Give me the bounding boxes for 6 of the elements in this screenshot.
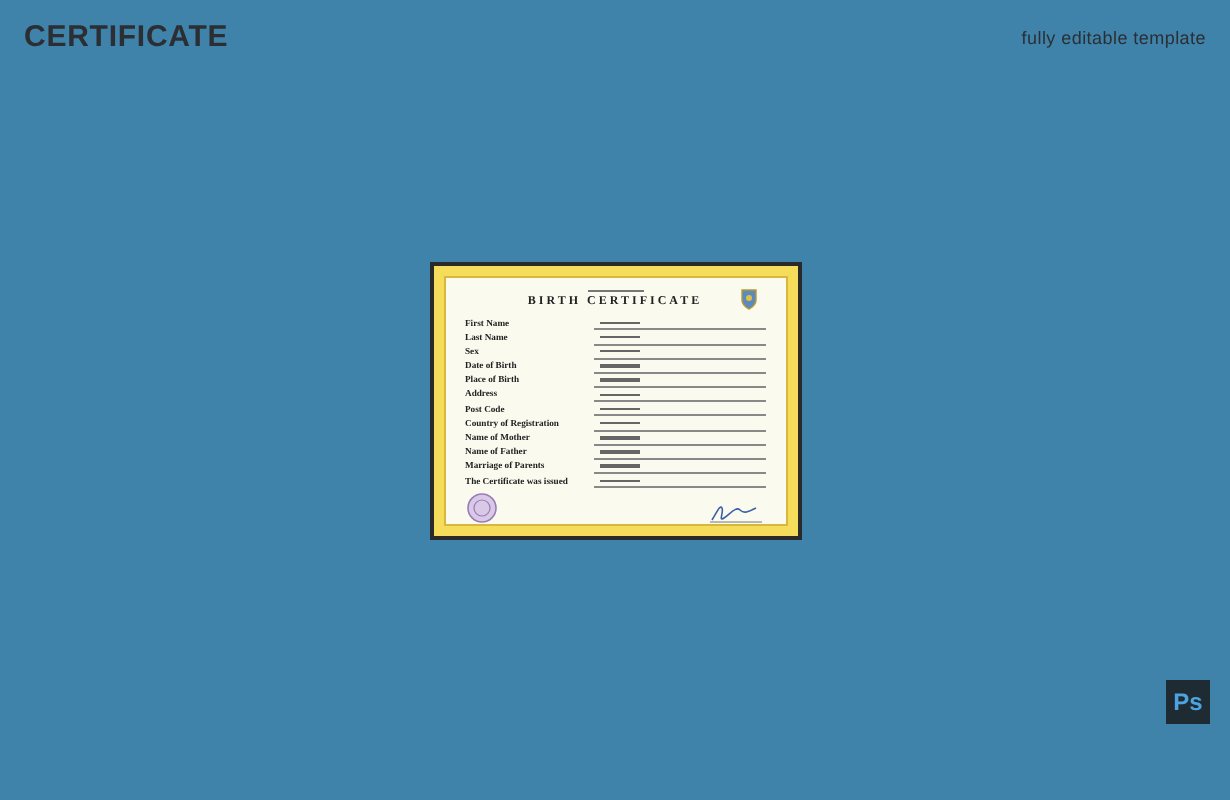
page-title: CERTIFICATE — [24, 18, 229, 58]
country-line — [587, 290, 643, 293]
tagline: fully editable template — [1021, 25, 1206, 52]
photoshop-badge: Ps — [1166, 680, 1210, 724]
seal-stamp-icon — [465, 491, 497, 523]
coat-of-arms-icon — [739, 285, 757, 309]
